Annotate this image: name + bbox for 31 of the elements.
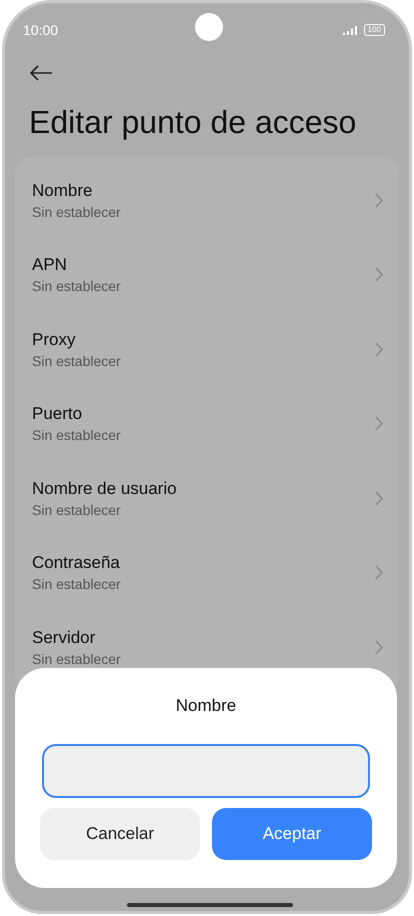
cancel-button[interactable]: Cancelar [40,808,200,860]
signal-icon [342,26,359,34]
name-input-field[interactable] [42,744,370,798]
chevron-icon [375,267,383,282]
setting-label[interactable]: Nombre [32,180,121,201]
chevron-icon [375,565,383,580]
chevron-icon [375,416,383,432]
setting-value: Sin establecer [32,204,121,220]
setting-label[interactable]: Nombre de usuario [32,478,177,499]
chevron-icon [375,490,383,506]
back-arrow-icon[interactable] [29,65,53,81]
chevron-icon [375,640,383,655]
setting-label[interactable]: Contraseña [32,553,121,574]
setting-value: Sin establecer [32,502,122,518]
dialog-title: Nombre [176,696,236,716]
chevron-icon [375,192,383,208]
chevron-icon [375,342,383,357]
setting-value: Sin establecer [32,352,121,369]
camera-hole [195,13,223,41]
setting-value: Sin establecer [32,576,121,592]
setting-value: Sin establecer [32,650,121,667]
status-time: 10:00 [23,22,58,38]
setting-label[interactable]: Puerto [32,404,121,424]
setting-label[interactable]: Servidor [32,628,121,648]
accept-button[interactable]: Aceptar [212,808,372,860]
battery-level: 100 [364,24,385,36]
page-title: Editar punto de acceso [29,104,358,141]
setting-label[interactable]: APN [32,255,121,276]
setting-label[interactable]: Proxy [32,330,121,350]
setting-value: Sin establecer [32,278,121,294]
setting-value: Sin establecer [32,427,121,444]
